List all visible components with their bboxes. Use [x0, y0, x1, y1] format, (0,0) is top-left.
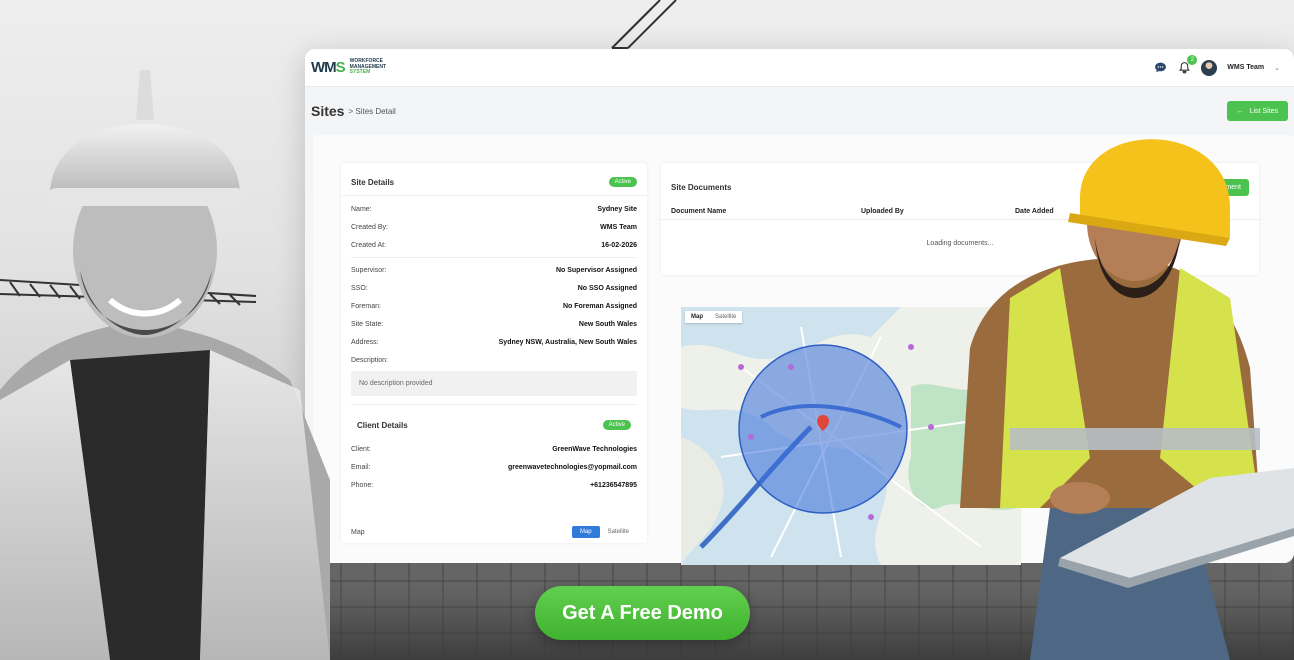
- arrow-left-icon: ←: [1236, 107, 1244, 115]
- chat-icon[interactable]: [1153, 61, 1167, 75]
- topbar-right: 2 WMS Team ⌄: [1153, 54, 1280, 76]
- avatar[interactable]: [1201, 59, 1218, 76]
- map-toggle-map[interactable]: Map: [571, 526, 600, 538]
- detail-key: Supervisor:: [351, 266, 387, 274]
- client-row: Client: GreenWave Technologies: [351, 440, 637, 458]
- logo-line-3: SYSTEM: [349, 69, 371, 76]
- detail-row: Supervisor: No Supervisor Assigned: [351, 261, 637, 279]
- client-status-badge: Active: [602, 420, 631, 430]
- client-row: Email: greenwavetechnologies@yopmail.com: [351, 458, 637, 476]
- map-view-satellite[interactable]: Satellite: [709, 311, 742, 323]
- detail-key: Name:: [351, 205, 372, 213]
- site-details-header: Site Details Active: [341, 163, 647, 196]
- column-document-name[interactable]: Document Name: [671, 208, 861, 215]
- map-view-map[interactable]: Map: [685, 311, 709, 323]
- map-section-label: Map: [351, 528, 365, 536]
- detail-key: Foreman:: [351, 302, 381, 310]
- detail-row: Name: Sydney Site: [351, 200, 637, 218]
- detail-key: Created By:: [351, 223, 388, 231]
- list-sites-label: List Sites: [1249, 107, 1278, 115]
- detail-key: SSO:: [351, 284, 368, 292]
- status-badge: Active: [608, 177, 637, 187]
- map-view-toggle: Map Satellite: [685, 311, 743, 323]
- site-details-rows: Name: Sydney Site Created By: WMS Team Cre…: [341, 196, 647, 538]
- detail-row: Address: Sydney NSW, Australia, New South…: [351, 333, 637, 351]
- top-bar: WMS WORKFORCE MANAGEMENT SYSTEM 2 WMS Te…: [305, 49, 1294, 87]
- detail-row: Description:: [351, 351, 637, 369]
- client-row: Phone: +61236547895: [351, 476, 637, 494]
- detail-value: No SSO Assigned: [577, 284, 637, 292]
- notification-badge: 2: [1187, 54, 1198, 65]
- detail-key: Address:: [351, 338, 379, 346]
- detail-value: 16-02-2026: [601, 241, 637, 249]
- detail-value: Sydney NSW, Australia, New South Wales: [498, 338, 637, 346]
- breadcrumb[interactable]: > Sites Detail: [348, 107, 395, 116]
- detail-row: Foreman: No Foreman Assigned: [351, 297, 637, 315]
- worker-left-illustration: [0, 70, 330, 660]
- detail-row: SSO: No SSO Assigned: [351, 279, 637, 297]
- divider: [351, 404, 637, 405]
- client-key: Client:: [351, 445, 371, 453]
- client-value: GreenWave Technologies: [552, 445, 637, 453]
- detail-key: Created At:: [351, 241, 387, 249]
- bell-icon[interactable]: 2: [1177, 54, 1198, 75]
- detail-value: New South Wales: [578, 320, 637, 328]
- detail-key: Site State:: [351, 320, 384, 328]
- detail-value: No Supervisor Assigned: [555, 266, 637, 274]
- detail-value: WMS Team: [600, 223, 637, 231]
- user-name[interactable]: WMS Team: [1227, 64, 1264, 71]
- map-toggle-satellite[interactable]: Satellite: [600, 526, 637, 538]
- map-section-row: Map Map Satellite: [351, 494, 637, 538]
- client-value: +61236547895: [590, 481, 637, 489]
- client-value: greenwavetechnologies@yopmail.com: [508, 463, 637, 471]
- client-key: Phone:: [351, 481, 374, 489]
- detail-value: Sydney Site: [597, 205, 637, 213]
- site-details-title: Site Details: [351, 177, 395, 187]
- detail-value: No Foreman Assigned: [562, 302, 637, 310]
- divider: [351, 257, 637, 258]
- detail-row: Created By: WMS Team: [351, 218, 637, 236]
- detail-key: Description:: [351, 356, 388, 364]
- detail-row: Created At: 16-02-2026: [351, 236, 637, 254]
- documents-title: Site Documents: [671, 183, 732, 192]
- list-sites-button[interactable]: ← List Sites: [1226, 101, 1288, 121]
- client-details-header: Client Details Active: [351, 408, 637, 440]
- chevron-down-icon[interactable]: ⌄: [1274, 64, 1280, 72]
- logo-subtitle: WORKFORCE MANAGEMENT SYSTEM: [350, 59, 386, 76]
- worker-right-illustration: [960, 139, 1294, 660]
- client-details-title: Client Details: [357, 420, 408, 430]
- detail-row: Site State: New South Wales: [351, 315, 637, 333]
- get-free-demo-button[interactable]: Get A Free Demo: [535, 586, 750, 640]
- client-key: Email:: [351, 463, 371, 471]
- map-type-toggle: Map Satellite: [571, 526, 637, 538]
- description-box: No description provided: [351, 371, 637, 396]
- site-details-card: Site Details Active Name: Sydney Site Cre…: [341, 163, 647, 543]
